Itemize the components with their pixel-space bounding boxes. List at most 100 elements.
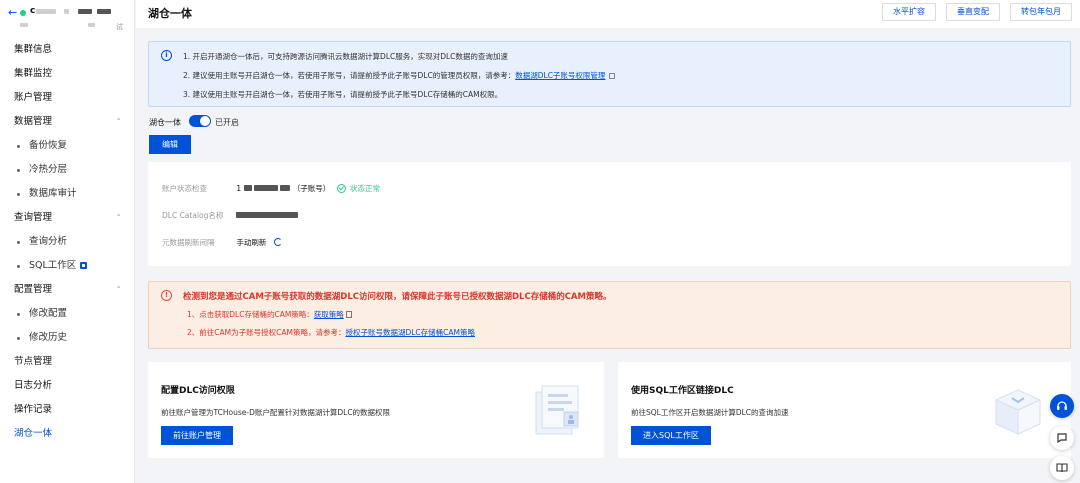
sidebar-item-backup[interactable]: 备份恢复 bbox=[0, 134, 134, 158]
refresh-row: 元数据刷新间隔 手动刷新 bbox=[162, 237, 282, 248]
catalog-label: DLC Catalog名称 bbox=[162, 211, 224, 220]
refresh-icon[interactable] bbox=[273, 238, 282, 246]
sidebar-item-operation-log[interactable]: 操作记录 bbox=[0, 398, 134, 422]
cube-illustration-icon bbox=[994, 389, 1042, 435]
redacted-text bbox=[36, 9, 56, 14]
scale-out-button[interactable]: 水平扩容 bbox=[882, 3, 936, 21]
sidebar-item-label: 冷热分层 bbox=[29, 164, 68, 175]
sidebar-item-label: 日志分析 bbox=[14, 380, 53, 391]
info-line-1: 1. 开启开通湖仓一体后，可支持跨源访问腾讯云数据湖计算DLC服务，实现对DLC… bbox=[183, 52, 508, 61]
catalog-row: DLC Catalog名称 bbox=[162, 210, 299, 221]
sidebar-item-lakehouse[interactable]: 湖仓一体 bbox=[0, 422, 134, 446]
info-line-3: 3. 建议使用主账号开启湖仓一体，若使用子账号，请提前授予此子账号DLC存储桶的… bbox=[183, 90, 503, 99]
sidebar-item-cluster-info[interactable]: 集群信息 bbox=[0, 38, 134, 62]
arrow-left-icon[interactable]: ← bbox=[8, 6, 17, 19]
sidebar-item-label: SQL工作区 bbox=[29, 260, 77, 271]
redacted-text bbox=[20, 23, 28, 27]
account-suffix: （子账号） bbox=[292, 184, 331, 193]
redacted-text bbox=[243, 185, 252, 191]
sidebar-item-label: 节点管理 bbox=[14, 356, 53, 367]
warning-title: 检测到您是通过CAM子账号获取的数据湖DLC访问权限，请保障此子账号已授权数据湖… bbox=[183, 292, 612, 302]
document-illustration-icon bbox=[535, 385, 579, 435]
sidebar-item-label: 操作记录 bbox=[14, 404, 53, 415]
support-headset-button[interactable] bbox=[1050, 394, 1074, 418]
sidebar-item-data-management[interactable]: 数据管理 ⌃ bbox=[0, 110, 134, 134]
sidebar: ← c 试 集群信息 集群监控 账户管理 数据管理 ⌃ 备份恢复 冷热分层 数据库… bbox=[0, 0, 135, 483]
cluster-name: c bbox=[30, 6, 36, 16]
status-dot-icon bbox=[20, 10, 26, 16]
sidebar-item-query-analysis[interactable]: 查询分析 bbox=[0, 230, 134, 254]
chevron-up-icon: ⌃ bbox=[115, 117, 122, 126]
goto-account-button[interactable]: 前往账户管理 bbox=[161, 426, 233, 445]
top-bar: 湖仓一体 水平扩容 垂直变配 转包年包月 bbox=[136, 0, 1080, 28]
sidebar-item-label: 修改配置 bbox=[29, 308, 68, 319]
account-status-label: 账户状态检查 bbox=[162, 184, 207, 193]
warning-line-2: 2、前往CAM为子账号授权CAM策略，请参考：授权子账号数据湖DLC存储桶CAM… bbox=[187, 327, 475, 338]
sidebar-item-tiering[interactable]: 冷热分层 bbox=[0, 158, 134, 182]
sidebar-item-query-management[interactable]: 查询管理 ⌃ bbox=[0, 206, 134, 230]
sidebar-item-node-management[interactable]: 节点管理 bbox=[0, 350, 134, 374]
docs-button[interactable] bbox=[1050, 456, 1074, 480]
redacted-text bbox=[64, 9, 69, 14]
card-title: 使用SQL工作区链接DLC bbox=[631, 386, 734, 396]
book-icon bbox=[1056, 463, 1068, 473]
warning-line-2-text: 2、前往CAM为子账号授权CAM策略，请参考： bbox=[187, 328, 346, 337]
redacted-text bbox=[78, 9, 92, 14]
edit-button[interactable]: 编辑 bbox=[149, 135, 191, 154]
headset-icon bbox=[1057, 401, 1067, 410]
dlc-access-card: 配置DLC访问权限 前往账户管理为TCHouse-D账户配置针对数据湖计算DLC… bbox=[148, 362, 604, 458]
warning-notice: ! 检测到您是通过CAM子账号获取的数据湖DLC访问权限，请保障此子账号已授权数… bbox=[148, 281, 1071, 349]
refresh-label: 元数据刷新间隔 bbox=[162, 238, 215, 247]
page-title: 湖仓一体 bbox=[148, 7, 192, 20]
sidebar-item-account[interactable]: 账户管理 bbox=[0, 86, 134, 110]
sidebar-item-label: 配置管理 bbox=[14, 284, 53, 295]
redacted-text bbox=[97, 9, 111, 14]
sidebar-item-sql-workspace[interactable]: SQL工作区 bbox=[0, 254, 134, 278]
warning-line-1: 1、点击获取DLC存储桶的CAM策略：获取策略 bbox=[187, 309, 352, 320]
info-notice: i 1. 开启开通湖仓一体后，可支持跨源访问腾讯云数据湖计算DLC服务，实现对D… bbox=[148, 41, 1071, 107]
sidebar-item-label: 湖仓一体 bbox=[14, 428, 53, 439]
vertical-scale-button[interactable]: 垂直变配 bbox=[946, 3, 1000, 21]
warning-icon: ! bbox=[161, 290, 172, 301]
sidebar-item-label: 数据管理 bbox=[14, 116, 53, 127]
chat-icon bbox=[1057, 433, 1067, 444]
chevron-up-icon: ⌃ bbox=[115, 213, 122, 222]
external-link-icon bbox=[609, 73, 616, 79]
feedback-button[interactable] bbox=[1050, 426, 1074, 450]
status-ok-text: 状态正常 bbox=[350, 184, 381, 193]
cluster-subtitle: 试 bbox=[116, 23, 123, 31]
sidebar-item-label: 修改历史 bbox=[29, 332, 68, 343]
sidebar-item-label: 查询分析 bbox=[29, 236, 68, 247]
card-desc: 前往账户管理为TCHouse-D账户配置针对数据湖计算DLC的数据权限 bbox=[161, 408, 391, 417]
sidebar-item-log-analysis[interactable]: 日志分析 bbox=[0, 374, 134, 398]
external-link-icon bbox=[80, 262, 88, 269]
convert-monthly-button[interactable]: 转包年包月 bbox=[1010, 3, 1072, 21]
enter-sql-workspace-button[interactable]: 进入SQL工作区 bbox=[631, 426, 711, 445]
warning-line-1-text: 1、点击获取DLC存储桶的CAM策略： bbox=[187, 310, 314, 319]
sidebar-item-label: 集群监控 bbox=[14, 68, 53, 79]
lakehouse-toggle-label: 湖仓一体 bbox=[149, 118, 181, 127]
chevron-up-icon: ⌃ bbox=[115, 285, 122, 294]
sidebar-item-audit[interactable]: 数据库审计 bbox=[0, 182, 134, 206]
sidebar-item-config-management[interactable]: 配置管理 ⌃ bbox=[0, 278, 134, 302]
sidebar-item-modify-config[interactable]: 修改配置 bbox=[0, 302, 134, 326]
card-desc: 前往SQL工作区开启数据湖计算DLC的查询加速 bbox=[631, 408, 789, 417]
dlc-permission-link[interactable]: 数据湖DLC子账号权限管理 bbox=[515, 71, 605, 80]
copy-icon[interactable] bbox=[345, 311, 352, 318]
sidebar-item-label: 备份恢复 bbox=[29, 140, 68, 151]
sidebar-item-modify-history[interactable]: 修改历史 bbox=[0, 326, 134, 350]
redacted-text bbox=[280, 185, 291, 191]
redacted-catalog-name bbox=[236, 212, 299, 218]
toggle-state-text: 已开启 bbox=[215, 118, 239, 127]
cam-policy-link[interactable]: 授权子账号数据湖DLC存储桶CAM策略 bbox=[345, 328, 475, 337]
sql-workspace-card: 使用SQL工作区链接DLC 前往SQL工作区开启数据湖计算DLC的查询加速 进入… bbox=[618, 362, 1071, 458]
account-status-row: 账户状态检查 1 （子账号） 状态正常 bbox=[162, 183, 380, 194]
info-icon: i bbox=[161, 50, 172, 61]
cluster-header: ← c 试 bbox=[0, 0, 134, 38]
status-card: 账户状态检查 1 （子账号） 状态正常 DLC Catalog名称 元数据刷新间… bbox=[148, 162, 1071, 266]
get-policy-link[interactable]: 获取策略 bbox=[314, 310, 344, 319]
sidebar-item-cluster-monitor[interactable]: 集群监控 bbox=[0, 62, 134, 86]
lakehouse-toggle[interactable] bbox=[189, 115, 211, 127]
redacted-text bbox=[253, 185, 278, 191]
info-line-2-text: 2. 建议使用主账号开启湖仓一体，若使用子账号，请提前授予此子账号DLC的管理员… bbox=[183, 71, 516, 80]
